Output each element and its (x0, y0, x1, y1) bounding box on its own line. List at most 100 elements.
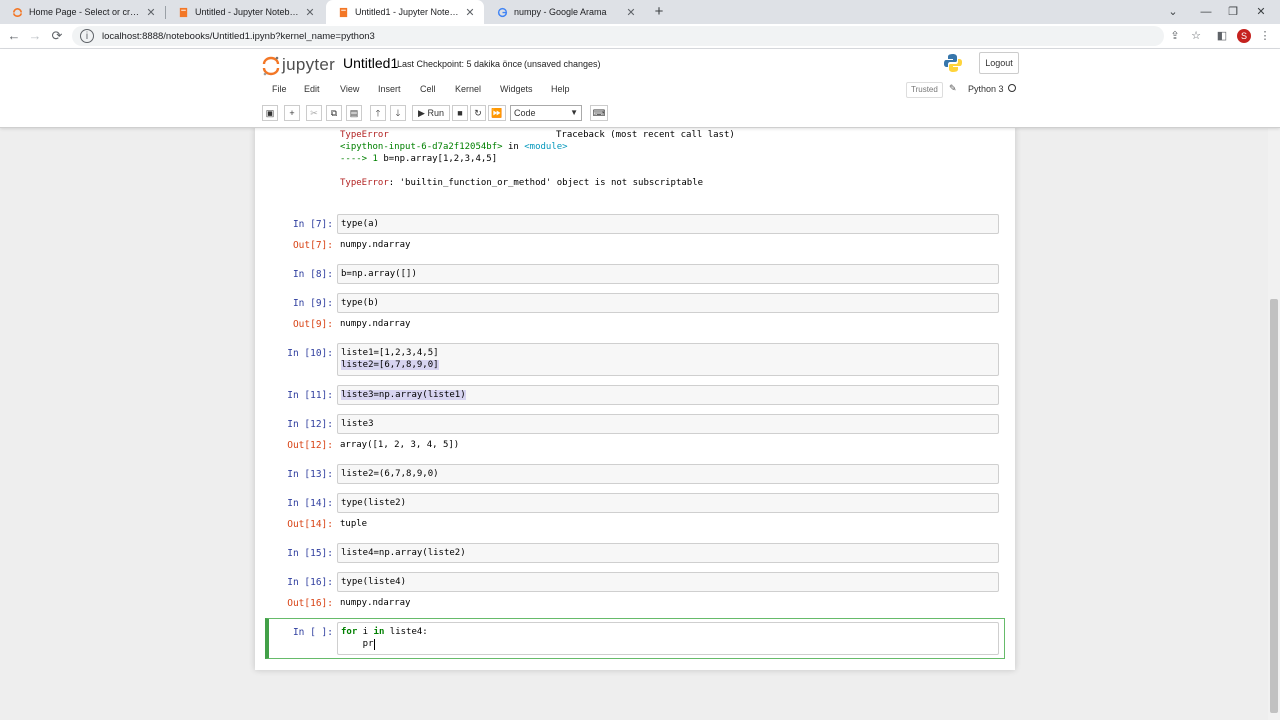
code-line: type(liste4) (341, 577, 407, 587)
code-cell-10[interactable]: In [10]: liste1=[1,2,3,4,5] liste2=[6,7,… (255, 343, 1015, 376)
code-input[interactable]: liste2=(6,7,8,9,0) (337, 464, 999, 484)
new-tab-button[interactable]: + (650, 2, 668, 22)
code-input[interactable]: liste1=[1,2,3,4,5] liste2=[6,7,8,9,0] (337, 343, 999, 376)
error-type: TypeError (340, 130, 389, 140)
menu-kernel[interactable]: Kernel (455, 84, 481, 94)
menu-insert[interactable]: Insert (378, 84, 401, 94)
run-button[interactable]: ▶ Run (412, 105, 450, 121)
back-icon[interactable]: ← (4, 26, 24, 46)
share-icon[interactable]: ⇪ (1167, 28, 1183, 44)
cut-icon[interactable]: ✂ (306, 105, 322, 121)
output-text: numpy.ndarray (340, 598, 411, 608)
code-cell-active[interactable]: In [ ]: for i in liste4: pr (255, 622, 1015, 655)
close-icon[interactable]: ✕ (302, 6, 318, 19)
tab-title: Home Page - Select or create a notebook (29, 7, 143, 17)
input-prompt: In [13]: (287, 469, 333, 480)
menu-view[interactable]: View (340, 84, 359, 94)
code-input[interactable]: liste3=np.array(liste1) (337, 385, 999, 405)
code-input[interactable]: b=np.array([]) (337, 264, 999, 284)
menu-cell[interactable]: Cell (420, 84, 436, 94)
input-prompt: In [11]: (287, 390, 333, 401)
move-up-icon[interactable]: 🡑 (370, 105, 386, 121)
error-input-ref: <ipython-input-6-d7a2f12054bf> (340, 142, 503, 152)
input-prompt: In [8]: (292, 269, 333, 280)
browser-tab-untitled1[interactable]: Untitled1 - Jupyter Notebook ✕ (326, 0, 484, 24)
copy-icon[interactable]: ⧉ (326, 105, 342, 121)
code-input[interactable]: type(b) (337, 293, 999, 313)
paste-icon[interactable]: ▤ (346, 105, 362, 121)
jupyter-logo[interactable]: jupyter (262, 54, 342, 76)
unsaved-status: (unsaved changes) (524, 59, 601, 69)
code-input[interactable]: type(liste2) (337, 493, 999, 513)
browser-tab-untitled[interactable]: Untitled - Jupyter Notebook ✕ (166, 0, 324, 24)
code-input-editing[interactable]: for i in liste4: pr (337, 622, 999, 655)
save-icon[interactable]: ▣ (262, 105, 278, 121)
code-cell-8[interactable]: In [8]: b=np.array([]) (255, 264, 1015, 284)
run-label: Run (427, 108, 444, 118)
browser-tab-google[interactable]: numpy - Google Arama ✕ (485, 0, 645, 24)
browser-tab-home[interactable]: Home Page - Select or create a notebook … (0, 0, 165, 24)
logo-text: jupyter (282, 55, 336, 74)
code-line: type(a) (341, 219, 379, 229)
move-down-icon[interactable]: 🡓 (390, 105, 406, 121)
restart-kernel-icon[interactable]: ↻ (470, 105, 486, 121)
code-line: liste3 (341, 419, 374, 429)
code-cell-9[interactable]: In [9]: type(b) Out[9]: numpy.ndarray (255, 293, 1015, 337)
output-text: numpy.ndarray (340, 240, 411, 250)
code-cell-12[interactable]: In [12]: liste3 Out[12]: array([1, 2, 3,… (255, 414, 1015, 458)
tab-search-icon[interactable]: ⌄ (1163, 2, 1183, 22)
loop-variable: i (357, 627, 374, 637)
notebook-tab-icon (339, 7, 348, 17)
interrupt-kernel-icon[interactable]: ■ (452, 105, 468, 121)
code-input[interactable]: liste4=np.array(liste2) (337, 543, 999, 563)
kernel-status-icon (1008, 84, 1016, 92)
page-scrollbar[interactable] (1268, 127, 1280, 720)
tab-title: Untitled1 - Jupyter Notebook (355, 7, 462, 17)
close-icon[interactable]: ✕ (143, 6, 159, 19)
output-prompt: Out[16]: (287, 598, 333, 609)
bookmark-star-icon[interactable]: ☆ (1188, 28, 1204, 44)
side-panel-icon[interactable]: ◧ (1214, 28, 1230, 44)
code-cell-16[interactable]: In [16]: type(liste4) Out[16]: numpy.nda… (255, 572, 1015, 616)
code-cell-15[interactable]: In [15]: liste4=np.array(liste2) (255, 543, 1015, 563)
keyword-for: for (341, 627, 358, 637)
jupyter-tab-icon (13, 7, 22, 17)
code-line: b=np.array([]) (341, 269, 417, 279)
insert-cell-icon[interactable]: + (284, 105, 300, 121)
chevron-down-icon: ▼ (570, 108, 578, 117)
menu-edit[interactable]: Edit (304, 84, 320, 94)
keyword-in: in (373, 627, 385, 637)
restart-run-all-icon[interactable]: ⏩ (488, 105, 506, 121)
trusted-indicator[interactable]: Trusted (906, 82, 943, 98)
url-bar[interactable]: i localhost:8888/notebooks/Untitled1.ipy… (72, 26, 1164, 46)
code-input[interactable]: type(a) (337, 214, 999, 234)
menu-file[interactable]: File (272, 84, 287, 94)
checkpoint-status: Last Checkpoint: 5 dakika önce (397, 59, 523, 69)
scrollbar-thumb[interactable] (1270, 299, 1278, 713)
close-icon[interactable]: ✕ (623, 6, 639, 19)
notebook-name[interactable]: Untitled1 (343, 55, 398, 71)
code-line: pr (341, 639, 374, 649)
browser-menu-icon[interactable]: ⋮ (1257, 28, 1273, 44)
code-cell-13[interactable]: In [13]: liste2=(6,7,8,9,0) (255, 464, 1015, 484)
window-close-icon[interactable]: ✕ (1251, 2, 1271, 22)
kernel-name[interactable]: Python 3 (968, 84, 1004, 94)
code-line-selected: liste3=np.array(liste1) (341, 390, 466, 400)
site-info-icon[interactable]: i (80, 29, 94, 43)
reload-icon[interactable]: ⟳ (47, 26, 67, 46)
code-cell-11[interactable]: In [11]: liste3=np.array(liste1) (255, 385, 1015, 405)
logout-button[interactable]: Logout (979, 52, 1019, 74)
menu-help[interactable]: Help (551, 84, 570, 94)
code-input[interactable]: type(liste4) (337, 572, 999, 592)
cell-type-select[interactable]: Code ▼ (510, 105, 582, 121)
forward-icon[interactable]: → (25, 26, 45, 46)
command-palette-keyboard-icon[interactable]: ⌨ (590, 105, 608, 121)
restore-icon[interactable]: ❐ (1223, 2, 1243, 22)
minimize-icon[interactable]: — (1196, 2, 1216, 22)
profile-avatar[interactable]: S (1237, 29, 1251, 43)
close-icon[interactable]: ✕ (462, 6, 478, 19)
code-cell-14[interactable]: In [14]: type(liste2) Out[14]: tuple (255, 493, 1015, 537)
code-cell-7[interactable]: In [7]: type(a) Out[7]: numpy.ndarray (255, 214, 1015, 258)
menu-widgets[interactable]: Widgets (500, 84, 533, 94)
code-input[interactable]: liste3 (337, 414, 999, 434)
